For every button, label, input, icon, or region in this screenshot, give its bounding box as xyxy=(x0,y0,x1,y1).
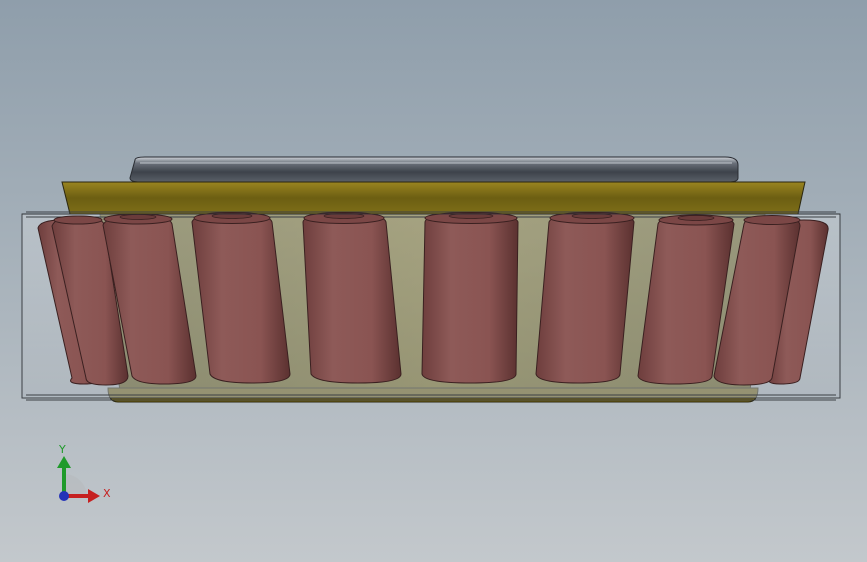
bearing-model[interactable] xyxy=(0,0,867,562)
roller[interactable] xyxy=(535,212,635,384)
roller[interactable] xyxy=(421,212,519,384)
coordinate-triad: Y X xyxy=(50,440,120,510)
roller[interactable] xyxy=(302,212,402,384)
y-axis-label: Y xyxy=(59,443,66,456)
x-axis-label: X xyxy=(103,487,111,500)
graphics-viewport[interactable]: Y X xyxy=(0,0,867,562)
inner-ring[interactable] xyxy=(129,156,739,183)
